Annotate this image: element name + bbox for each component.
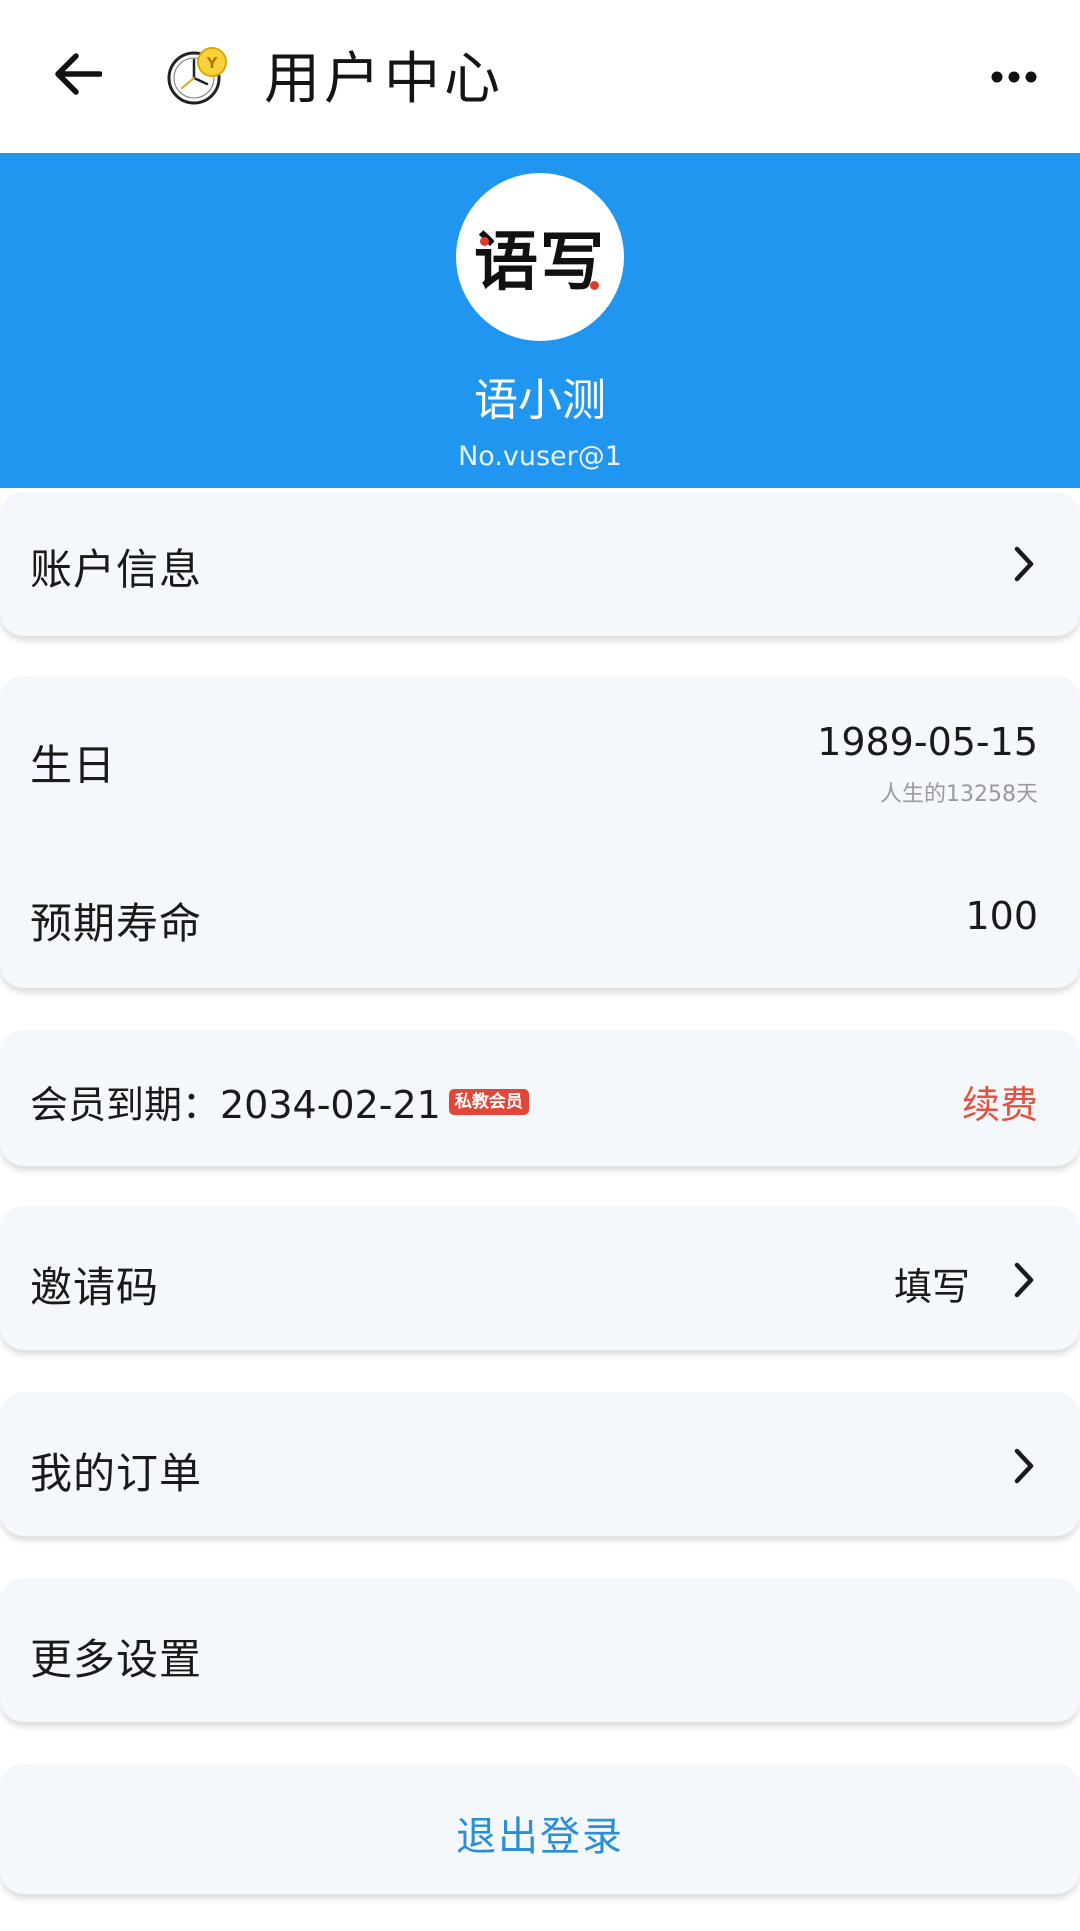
invite-fill-action[interactable]: 填写: [894, 1256, 970, 1311]
avatar[interactable]: 语写: [456, 173, 624, 341]
birthday-label: 生日: [30, 741, 117, 790]
app-bar: Y 用户中心: [0, 0, 1080, 153]
page-title: 用户中心: [264, 47, 504, 112]
invite-code-item[interactable]: 邀请码 填写: [0, 1206, 1080, 1350]
more-button[interactable]: [976, 44, 1052, 110]
more-settings-label: 更多设置: [30, 1635, 203, 1684]
account-info-label: 账户信息: [30, 545, 203, 594]
chevron-right-icon: [1004, 1446, 1044, 1486]
life-info-card: 生日 1989-05-15 人生的13258天 预期寿命 100: [0, 676, 1080, 988]
avatar-red-dot: [480, 237, 489, 246]
user-id: No.vuser@1: [458, 441, 622, 472]
back-button[interactable]: [44, 40, 112, 108]
more-horizontal-icon: [991, 71, 1037, 83]
profile-banner: 语写 语小测 No.vuser@1: [0, 153, 1080, 488]
chevron-right-icon: [1004, 1260, 1044, 1300]
membership-expiry: 会员到期：2034-02-21 私教会员: [30, 1074, 529, 1129]
user-name: 语小测: [474, 375, 606, 426]
membership-expiry-text: 会员到期：2034-02-21: [30, 1083, 441, 1127]
account-info-item[interactable]: 账户信息: [0, 492, 1080, 636]
logout-button[interactable]: 退出登录: [0, 1764, 1080, 1894]
renew-button[interactable]: 续费: [962, 1074, 1038, 1129]
more-settings-item[interactable]: 更多设置: [0, 1578, 1080, 1722]
lifespan-value[interactable]: 100: [965, 894, 1038, 938]
my-orders-label: 我的订单: [30, 1449, 203, 1498]
membership-badge: 私教会员: [448, 1088, 529, 1115]
svg-text:Y: Y: [206, 54, 219, 72]
membership-item: 会员到期：2034-02-21 私教会员 续费: [0, 1030, 1080, 1166]
life-days-note: 人生的13258天: [880, 782, 1038, 807]
chevron-right-icon: [1004, 544, 1044, 584]
invite-code-label: 邀请码: [30, 1263, 160, 1312]
lifespan-label: 预期寿命: [30, 899, 203, 948]
birthday-value[interactable]: 1989-05-15: [817, 720, 1038, 764]
arrow-left-icon: [55, 53, 102, 95]
avatar-red-dot: [590, 281, 599, 290]
my-orders-item[interactable]: 我的订单: [0, 1392, 1080, 1536]
logout-label: 退出登录: [456, 1814, 624, 1860]
clock-coin-logo-icon: Y: [166, 44, 232, 110]
avatar-logo-text: 语写: [474, 225, 606, 300]
